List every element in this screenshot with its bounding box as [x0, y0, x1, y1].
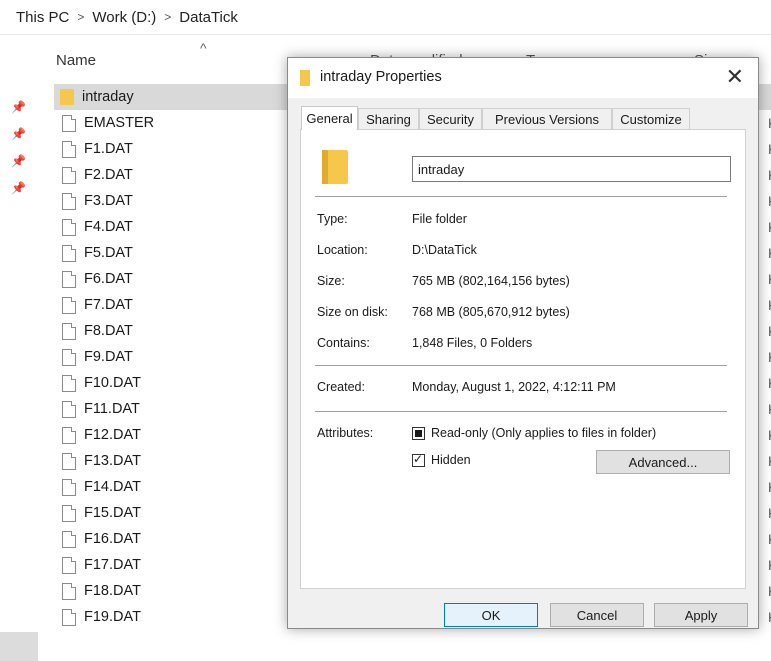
tab-general[interactable]: General: [301, 106, 358, 130]
file-icon: [62, 244, 76, 262]
divider: [0, 34, 771, 35]
folder-icon: [300, 70, 310, 86]
attributes-label: Attributes:: [317, 426, 374, 440]
file-icon: [62, 608, 76, 626]
tab-security[interactable]: Security: [419, 108, 482, 129]
checkmark-icon: ✓: [413, 452, 424, 466]
file-icon: [62, 400, 76, 418]
advanced-button[interactable]: Advanced...: [596, 450, 730, 474]
cancel-button[interactable]: Cancel: [550, 603, 644, 627]
created-label: Created:: [317, 380, 365, 394]
file-name: F5.DAT: [84, 245, 133, 261]
file-name: F12.DAT: [84, 427, 141, 443]
file-icon: [62, 114, 76, 132]
column-name[interactable]: Name: [56, 52, 96, 69]
file-name: F17.DAT: [84, 557, 141, 573]
file-icon: [62, 166, 76, 184]
file-icon: [62, 296, 76, 314]
size-on-disk-value: 768 MB (805,670,912 bytes): [412, 305, 570, 319]
file-icon: [62, 270, 76, 288]
file-name: intraday: [82, 89, 134, 105]
file-icon: [62, 218, 76, 236]
file-icon: [62, 348, 76, 366]
file-name: F11.DAT: [84, 401, 140, 417]
file-name: F3.DAT: [84, 193, 133, 209]
scrollbar[interactable]: [0, 632, 38, 661]
file-icon: [62, 452, 76, 470]
file-icon: [62, 140, 76, 158]
file-name: F10.DAT: [84, 375, 141, 391]
close-icon[interactable]: ✕: [726, 64, 744, 90]
location-label: Location:: [317, 243, 368, 257]
file-name: F1.DAT: [84, 141, 133, 157]
pin-icon[interactable]: 📌: [11, 154, 26, 168]
file-name: F15.DAT: [84, 505, 141, 521]
apply-button[interactable]: Apply: [654, 603, 748, 627]
folder-icon: [60, 89, 74, 105]
size-value: 765 MB (802,164,156 bytes): [412, 274, 570, 288]
size-on-disk-label: Size on disk:: [317, 305, 388, 319]
file-icon: [62, 478, 76, 496]
pin-icon[interactable]: 📌: [11, 181, 26, 195]
readonly-label[interactable]: Read-only (Only applies to files in fold…: [431, 426, 656, 440]
folder-name-input[interactable]: [412, 156, 731, 182]
contains-label: Contains:: [317, 336, 370, 350]
type-value: File folder: [412, 212, 467, 226]
quick-access-pane: 📌 📌 📌 📌: [0, 35, 38, 661]
file-name: F6.DAT: [84, 271, 133, 287]
file-icon: [62, 322, 76, 340]
breadcrumb-this-pc[interactable]: This PC: [16, 9, 69, 26]
file-name: F18.DAT: [84, 583, 141, 599]
file-name: F16.DAT: [84, 531, 141, 547]
pin-icon[interactable]: 📌: [11, 100, 26, 114]
file-name: F13.DAT: [84, 453, 141, 469]
file-icon: [62, 192, 76, 210]
general-panel: Type: File folder Location: D:\DataTick …: [300, 129, 746, 589]
divider: [315, 365, 727, 366]
breadcrumb-work-drive[interactable]: Work (D:): [92, 9, 156, 26]
pin-icon[interactable]: 📌: [11, 127, 26, 141]
file-icon: [62, 556, 76, 574]
hidden-checkbox[interactable]: ✓: [412, 452, 425, 467]
breadcrumb-datatick[interactable]: DataTick: [179, 9, 238, 26]
file-name: F2.DAT: [84, 167, 133, 183]
location-value: D:\DataTick: [412, 243, 477, 257]
properties-dialog: intraday Properties ✕ General Sharing Se…: [287, 57, 759, 629]
file-name: EMASTER: [84, 115, 155, 131]
type-label: Type:: [317, 212, 348, 226]
file-icon: [62, 504, 76, 522]
file-icon: [62, 426, 76, 444]
hidden-label[interactable]: Hidden: [431, 453, 471, 467]
divider: [315, 196, 727, 197]
readonly-checkbox[interactable]: [412, 427, 425, 440]
file-icon: [62, 374, 76, 392]
breadcrumb-separator: >: [164, 10, 172, 24]
breadcrumb[interactable]: This PC > Work (D:) > DataTick: [0, 0, 771, 34]
file-icon: [62, 530, 76, 548]
size-label: Size:: [317, 274, 345, 288]
divider: [315, 411, 727, 412]
breadcrumb-separator: >: [77, 10, 85, 24]
created-value: Monday, August 1, 2022, 4:12:11 PM: [412, 380, 616, 394]
file-icon: [62, 582, 76, 600]
file-name: F8.DAT: [84, 323, 133, 339]
file-name: F9.DAT: [84, 349, 133, 365]
dialog-titlebar[interactable]: intraday Properties ✕: [288, 58, 758, 98]
ok-button[interactable]: OK: [444, 603, 538, 627]
tab-sharing[interactable]: Sharing: [358, 108, 419, 129]
file-name: F14.DAT: [84, 479, 141, 495]
file-name: F4.DAT: [84, 219, 133, 235]
dialog-title: intraday Properties: [320, 69, 442, 85]
file-name: F7.DAT: [84, 297, 133, 313]
tab-customize[interactable]: Customize: [612, 108, 690, 129]
contains-value: 1,848 Files, 0 Folders: [412, 336, 533, 350]
tab-previous-versions[interactable]: Previous Versions: [482, 108, 612, 129]
file-name: F19.DAT: [84, 609, 141, 625]
folder-icon: [322, 150, 348, 184]
sort-up-icon: ^: [200, 40, 207, 56]
